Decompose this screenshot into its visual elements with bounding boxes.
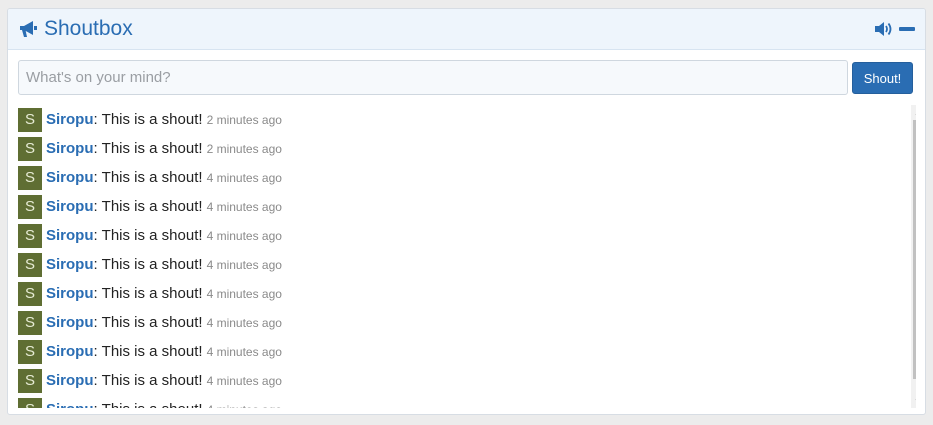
username-link[interactable]: Siropu (46, 256, 94, 273)
shout-timestamp: 2 minutes ago (206, 112, 282, 127)
shout-timestamp: 4 minutes ago (207, 403, 282, 409)
shoutbox-header: Shoutbox (8, 9, 925, 50)
shout-row: S Siropu: This is a shout! 2 minutes ago (18, 134, 898, 163)
shout-input[interactable] (18, 60, 848, 95)
shout-timestamp: 4 minutes ago (206, 257, 282, 272)
username-link[interactable]: Siropu (46, 285, 94, 302)
scroll-down-button[interactable]: ▼ (911, 394, 916, 408)
separator: : (93, 256, 98, 273)
composer: Shout! (18, 60, 913, 95)
title-group: Shoutbox (18, 18, 133, 40)
shout-message: This is a shout! (101, 343, 203, 360)
shout-timestamp: 4 minutes ago (206, 228, 282, 243)
shout-row: SSiropu:This is a shout!4 minutes ago (18, 221, 898, 250)
shout-button[interactable]: Shout! (852, 62, 913, 94)
username-link[interactable]: Siropu (46, 227, 94, 244)
volume-icon[interactable] (874, 20, 893, 38)
shout-row: SSiropu:This is a shout!4 minutes ago (18, 366, 898, 395)
shout-row: SSiropu:This is a shout!4 minutes ago (18, 337, 898, 366)
avatar[interactable]: S (18, 136, 42, 161)
avatar[interactable]: S (18, 397, 42, 408)
shout-row: SSiropu:This is a shout!4 minutes ago (18, 163, 898, 192)
shout-message: This is a shout! (101, 111, 203, 128)
shout-row: SSiropu:This is a shout!4 minutes ago (18, 308, 898, 337)
shout-message: This is a shout! (101, 314, 203, 331)
avatar[interactable]: S (18, 107, 42, 132)
shout-timestamp: 4 minutes ago (206, 344, 282, 359)
username-link[interactable]: Siropu (46, 140, 94, 157)
shout-message: This is a shout! (101, 256, 203, 273)
scroll-thumb[interactable] (913, 120, 916, 379)
shout-timestamp: 4 minutes ago (206, 170, 282, 185)
avatar[interactable]: S (18, 165, 42, 190)
shout-timestamp: 4 minutes ago (206, 373, 282, 388)
separator: : (94, 401, 98, 408)
separator: : (93, 314, 98, 331)
shout-message: This is a shout! (101, 198, 203, 215)
shout-message: This is a shout! (101, 140, 203, 157)
shout-message: This is a shout! (102, 401, 203, 408)
shout-timestamp: 4 minutes ago (206, 286, 282, 301)
shout-message: This is a shout! (101, 285, 203, 302)
avatar[interactable]: S (18, 339, 42, 364)
header-actions (874, 20, 915, 38)
separator: : (93, 198, 98, 215)
panel-title: Shoutbox (44, 17, 133, 40)
avatar[interactable]: S (18, 252, 42, 277)
shout-row: S Siropu: This is a shout! 4 minutes ago (18, 395, 898, 408)
shout-row: S Siropu: This is a shout! 2 minutes ago (18, 105, 898, 134)
shout-row: SSiropu:This is a shout!4 minutes ago (18, 192, 898, 221)
separator: : (93, 111, 98, 128)
avatar[interactable]: S (18, 368, 42, 393)
avatar[interactable]: S (18, 310, 42, 335)
shout-message: This is a shout! (101, 372, 203, 389)
separator: : (93, 227, 98, 244)
username-link[interactable]: Siropu (46, 314, 94, 331)
avatar[interactable]: S (18, 281, 42, 306)
scrollbar[interactable]: ▲ ▼ (911, 105, 916, 408)
username-link[interactable]: Siropu (46, 401, 94, 408)
shouts-area: S Siropu: This is a shout! 2 minutes ago S Si… (18, 105, 916, 408)
shout-row: SSiropu:This is a shout!4 minutes ago (18, 250, 898, 279)
shout-timestamp: 2 minutes ago (206, 141, 282, 156)
shout-timestamp: 4 minutes ago (206, 199, 282, 214)
avatar[interactable]: S (18, 223, 42, 248)
separator: : (93, 343, 98, 360)
shout-row: SSiropu:This is a shout!4 minutes ago (18, 279, 898, 308)
shout-timestamp: 4 minutes ago (206, 315, 282, 330)
separator: : (93, 169, 98, 186)
username-link[interactable]: Siropu (46, 111, 94, 128)
shoutbox-panel: Shoutbox Shout! SSiropu:This is a shout!… (7, 8, 926, 415)
shout-message: This is a shout! (101, 169, 203, 186)
separator: : (93, 372, 98, 389)
avatar[interactable]: S (18, 194, 42, 219)
username-link[interactable]: Siropu (46, 169, 94, 186)
separator: : (93, 285, 98, 302)
separator: : (93, 140, 98, 157)
shout-message: This is a shout! (101, 227, 203, 244)
username-link[interactable]: Siropu (46, 198, 94, 215)
shout-list: S Siropu: This is a shout! 2 minutes ago S Si… (18, 105, 898, 408)
minus-icon[interactable] (899, 27, 915, 31)
username-link[interactable]: Siropu (46, 372, 94, 389)
username-link[interactable]: Siropu (46, 343, 94, 360)
megaphone-icon (20, 21, 37, 37)
scroll-up-button[interactable]: ▲ (911, 105, 916, 119)
